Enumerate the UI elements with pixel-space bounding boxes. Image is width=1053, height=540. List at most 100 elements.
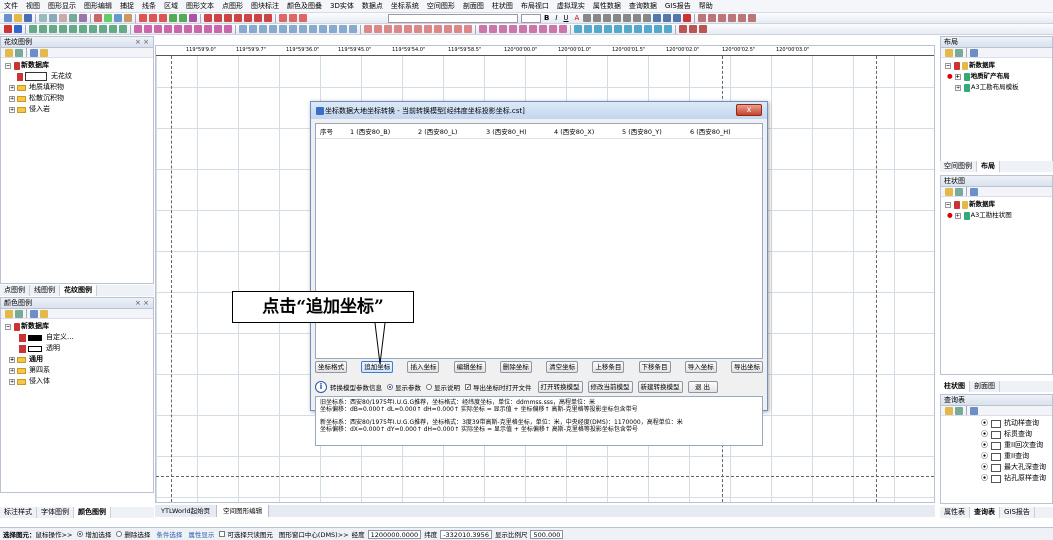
modify-model-button[interactable]: 修改当前模型	[587, 381, 633, 393]
rect6-icon[interactable]	[254, 14, 262, 22]
menu-section[interactable]: 剖面图	[459, 0, 488, 12]
color7-icon[interactable]	[634, 25, 642, 33]
zoom-out-icon[interactable]	[49, 25, 57, 33]
rect2-icon[interactable]	[214, 14, 222, 22]
draw7-icon[interactable]	[299, 25, 307, 33]
menu-coord[interactable]: 坐标系统	[387, 0, 423, 12]
menu-line[interactable]: 线条	[138, 0, 160, 12]
rotate-icon[interactable]	[144, 25, 152, 33]
window-icon[interactable]	[30, 309, 38, 318]
print-icon[interactable]	[94, 14, 102, 22]
clear-coord-button[interactable]: 清空坐标	[546, 361, 579, 373]
readonly-checkbox[interactable]	[219, 531, 226, 537]
show-params-label[interactable]: 显示参数	[395, 382, 421, 392]
folder2-icon[interactable]	[40, 48, 48, 57]
tab-query-table[interactable]: 查询表	[970, 507, 1000, 518]
font-combo[interactable]	[388, 13, 518, 23]
rect3-icon[interactable]	[224, 14, 232, 22]
pattern-icon[interactable]	[479, 25, 487, 33]
menu-query[interactable]: 查询数据	[625, 0, 661, 12]
stop-icon[interactable]	[4, 25, 12, 33]
slash2-icon[interactable]	[718, 14, 727, 22]
tree-item[interactable]: ● + A3工勘柱状图	[945, 210, 1048, 221]
tree-item[interactable]: + 侵入体	[5, 376, 149, 387]
extend-icon[interactable]	[204, 25, 212, 33]
tab-label-style[interactable]: 标注样式	[0, 507, 37, 518]
color2-icon[interactable]	[584, 25, 592, 33]
menu-attr[interactable]: 属性数据	[589, 0, 625, 12]
tree-item[interactable]: 透明	[5, 343, 149, 354]
paste-icon[interactable]	[59, 14, 67, 22]
color-icon[interactable]	[574, 25, 582, 33]
list-item[interactable]: ⦿ 重II回次查询	[981, 440, 1048, 451]
fill2-icon[interactable]	[289, 14, 297, 22]
tab-pattern-legend[interactable]: 花纹图例	[60, 285, 97, 296]
zoom-all-icon[interactable]	[69, 25, 77, 33]
close-icon[interactable]: × ×	[135, 37, 149, 48]
attr-display-button[interactable]: 属性显示	[188, 529, 214, 539]
menu-file[interactable]: 文件	[0, 0, 22, 12]
color6-icon[interactable]	[624, 25, 632, 33]
align-right-icon[interactable]	[603, 14, 612, 22]
draw5-icon[interactable]	[279, 25, 287, 33]
shape2-icon[interactable]	[374, 25, 382, 33]
preview-icon[interactable]	[104, 14, 112, 22]
col-y[interactable]: 5 (西安80_Y)	[622, 126, 690, 136]
readonly-label[interactable]: 可选择只读图元	[227, 529, 273, 539]
list-icon[interactable]	[623, 14, 632, 22]
undo-icon[interactable]	[69, 14, 77, 22]
scale-field[interactable]: 500.000	[530, 529, 564, 539]
menu-vr[interactable]: 虚拟现实	[553, 0, 589, 12]
tab-column-chart[interactable]: 柱状图	[940, 381, 970, 392]
star-icon[interactable]	[15, 309, 23, 318]
open-icon[interactable]	[14, 14, 22, 22]
draw8-icon[interactable]	[309, 25, 317, 33]
shape4-icon[interactable]	[394, 25, 402, 33]
italic-button[interactable]: I	[555, 14, 557, 22]
break-icon[interactable]	[214, 25, 222, 33]
sym-icon[interactable]	[673, 14, 682, 22]
zoom-next-icon[interactable]	[89, 25, 97, 33]
window-icon[interactable]	[970, 48, 978, 57]
triangle-icon[interactable]	[748, 14, 757, 22]
show-desc-label[interactable]: 显示说明	[434, 382, 460, 392]
shape7-icon[interactable]	[424, 25, 432, 33]
tab-line-legend[interactable]: 线图例	[30, 285, 60, 296]
draw-icon[interactable]	[239, 25, 247, 33]
zoom-sel-icon[interactable]	[99, 25, 107, 33]
draw6-icon[interactable]	[289, 25, 297, 33]
color5-icon[interactable]	[614, 25, 622, 33]
pattern3-icon[interactable]	[499, 25, 507, 33]
tree-item[interactable]: + A3工勘布局模板	[945, 82, 1048, 93]
bomb-icon[interactable]	[683, 14, 692, 22]
close-button[interactable]: x	[736, 104, 762, 116]
text-icon[interactable]	[663, 14, 672, 22]
color8-icon[interactable]	[644, 25, 652, 33]
tab-attr-table[interactable]: 属性表	[940, 507, 970, 518]
pattern5-icon[interactable]	[519, 25, 527, 33]
rect5-icon[interactable]	[244, 14, 252, 22]
append-coord-button[interactable]: 追加坐标	[361, 361, 394, 373]
tab-font-legend[interactable]: 字体图例	[37, 507, 74, 518]
close-icon[interactable]: × ×	[135, 298, 149, 309]
shape3-icon[interactable]	[384, 25, 392, 33]
tab-start-page[interactable]: YTLWorld起始页	[155, 505, 218, 517]
star-icon[interactable]	[15, 48, 23, 57]
menu-display[interactable]: 图形显示	[44, 0, 80, 12]
lon-field[interactable]: 1200000.0000	[367, 529, 422, 539]
tree-root[interactable]: − 新数据库	[945, 60, 1048, 71]
text-a-icon[interactable]	[679, 25, 687, 33]
prop-icon[interactable]	[124, 14, 132, 22]
trim-icon[interactable]	[194, 25, 202, 33]
shape10-icon[interactable]	[454, 25, 462, 33]
folder-icon[interactable]	[945, 48, 953, 57]
tree-item[interactable]: + 通用	[5, 354, 149, 365]
menu-gis[interactable]: GIS报告	[661, 0, 695, 12]
size-combo[interactable]	[521, 13, 541, 23]
redo-icon[interactable]	[79, 14, 87, 22]
tab-gis-report[interactable]: GIS报告	[1000, 507, 1035, 518]
shape5-icon[interactable]	[404, 25, 412, 33]
menu-help[interactable]: 帮助	[695, 0, 717, 12]
menu-block[interactable]: 图块标注	[247, 0, 283, 12]
shape11-icon[interactable]	[464, 25, 472, 33]
